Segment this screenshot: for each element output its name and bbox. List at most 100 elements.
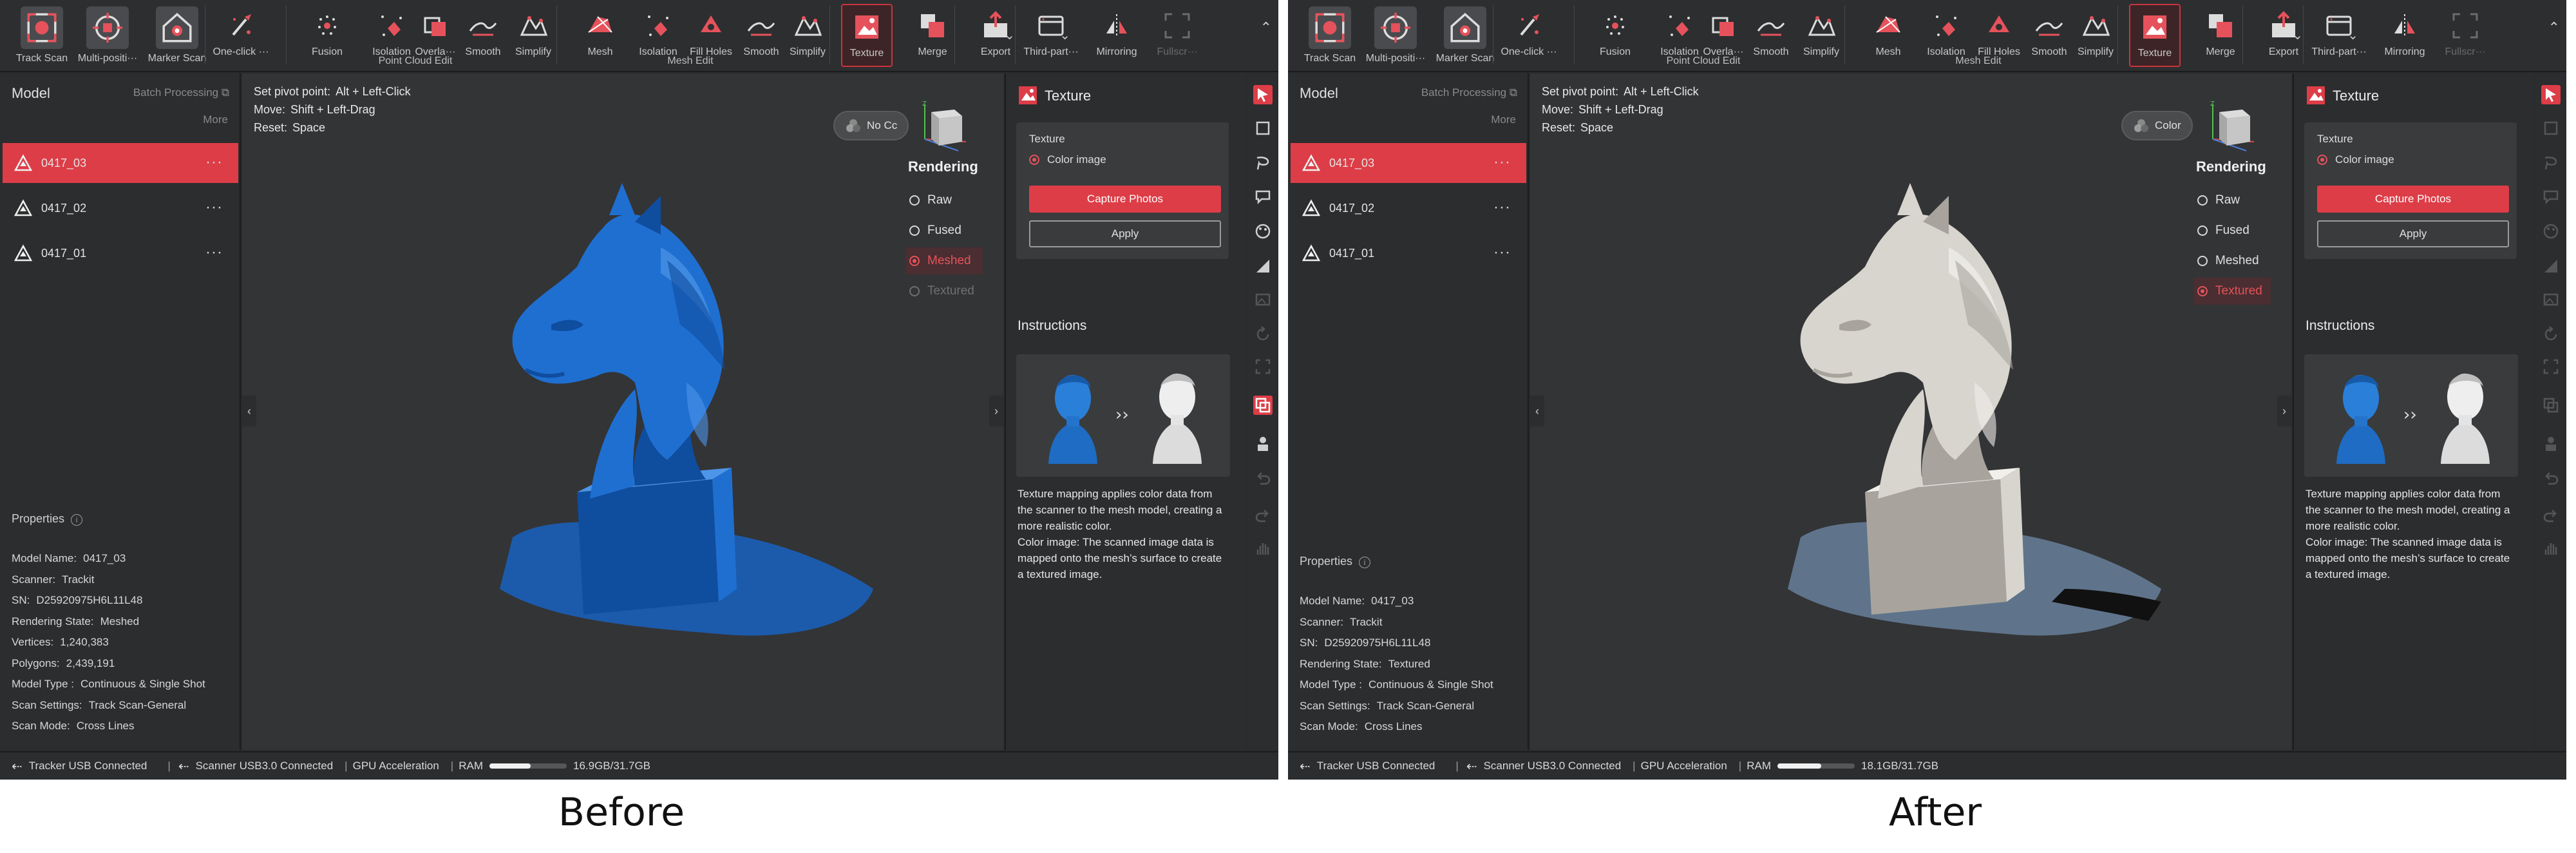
batch-processing-button[interactable]: Batch Processing ⧉ bbox=[133, 86, 229, 99]
tool-smooth[interactable]: Smooth bbox=[2025, 4, 2074, 67]
3d-viewport[interactable]: Set pivot point: Alt + Left-Click Move: Sh… bbox=[242, 73, 1003, 750]
chevron-down-icon[interactable]: ⌄ bbox=[2292, 27, 2303, 43]
collapse-right-button[interactable]: › bbox=[989, 396, 1003, 426]
batch-processing-button[interactable]: Batch Processing ⧉ bbox=[1421, 86, 1517, 99]
render-option-meshed[interactable]: Meshed bbox=[905, 247, 983, 274]
info-icon[interactable]: i bbox=[71, 514, 83, 526]
tool-smooth[interactable]: Smooth bbox=[459, 4, 507, 67]
render-option-fused[interactable]: Fused bbox=[905, 217, 983, 244]
tool-smooth[interactable]: Smooth bbox=[737, 4, 786, 67]
model-list-item[interactable]: 0417_02 ··· bbox=[1291, 188, 1526, 228]
gradient-icon[interactable] bbox=[2541, 256, 2561, 276]
tool-mirroring[interactable]: Mirroring bbox=[1092, 4, 1141, 67]
render-option-raw[interactable]: Raw bbox=[905, 187, 983, 214]
rotate-icon[interactable] bbox=[1253, 325, 1273, 344]
horse-head-model[interactable] bbox=[474, 177, 873, 679]
collapse-right-button[interactable]: › bbox=[2277, 396, 2291, 426]
more-options-icon[interactable]: ··· bbox=[1493, 153, 1511, 171]
more-options-icon[interactable]: ··· bbox=[205, 244, 223, 262]
3d-viewport[interactable]: Set pivot point: Alt + Left-Click Move: Sh… bbox=[1530, 73, 2291, 750]
redo-icon[interactable] bbox=[2541, 506, 2561, 526]
user-icon[interactable] bbox=[2541, 434, 2561, 454]
model-list-item[interactable]: 0417_03 ··· bbox=[1291, 143, 1526, 183]
more-button[interactable]: More bbox=[203, 113, 228, 126]
tool-smooth[interactable]: Smooth bbox=[1747, 4, 1795, 67]
box-select-icon[interactable] bbox=[1253, 119, 1273, 138]
apply-button[interactable]: Apply bbox=[2317, 220, 2509, 247]
render-option-textured[interactable]: Textured bbox=[905, 278, 983, 305]
frame-icon[interactable] bbox=[1253, 357, 1273, 376]
capture-photos-button[interactable]: Capture Photos bbox=[1029, 186, 1221, 213]
more-button[interactable]: More bbox=[1491, 113, 1516, 126]
tool-multi-position[interactable]: Multi-positi··· bbox=[78, 4, 137, 67]
hand-icon[interactable] bbox=[2541, 539, 2561, 558]
select-icon[interactable] bbox=[1253, 85, 1273, 104]
tool-simplify[interactable]: Simplify bbox=[2071, 4, 2120, 67]
color-image-radio[interactable]: Color image bbox=[2317, 153, 2394, 166]
tool-texture[interactable]: Texture bbox=[841, 4, 893, 67]
more-options-icon[interactable]: ··· bbox=[1493, 244, 1511, 262]
tool-mirroring[interactable]: Mirroring bbox=[2380, 4, 2429, 67]
tool-merge[interactable]: Merge bbox=[908, 4, 957, 67]
info-icon[interactable]: i bbox=[1359, 557, 1371, 568]
lasso-icon[interactable] bbox=[2541, 153, 2561, 173]
gradient-icon[interactable] bbox=[1253, 256, 1273, 276]
lasso-icon[interactable] bbox=[1253, 153, 1273, 173]
tool-simplify[interactable]: Simplify bbox=[509, 4, 558, 67]
tool-mesh[interactable]: Mesh bbox=[576, 4, 625, 67]
color-image-radio[interactable]: Color image bbox=[1029, 153, 1106, 166]
chevron-down-icon[interactable]: ⌄ bbox=[1059, 27, 1070, 43]
tool-one-click[interactable]: One-click ··· bbox=[1501, 4, 1557, 67]
model-list-item[interactable]: 0417_02 ··· bbox=[3, 188, 238, 228]
image-icon[interactable] bbox=[1253, 290, 1273, 309]
more-options-icon[interactable]: ··· bbox=[205, 153, 223, 171]
apply-button[interactable]: Apply bbox=[1029, 220, 1221, 247]
tool-marker-scan[interactable]: Marker Scan bbox=[148, 4, 206, 67]
color-mode-toggle[interactable]: No Cc bbox=[833, 111, 909, 140]
layers-icon[interactable] bbox=[2541, 396, 2561, 415]
model-list-item[interactable]: 0417_01 ··· bbox=[3, 233, 238, 273]
tool-mesh[interactable]: Mesh bbox=[1864, 4, 1913, 67]
render-option-raw[interactable]: Raw bbox=[2193, 187, 2271, 214]
tool-third-party[interactable]: Third-part··· ⌄ bbox=[2311, 4, 2367, 67]
model-list-item[interactable]: 0417_01 ··· bbox=[1291, 233, 1526, 273]
render-option-fused[interactable]: Fused bbox=[2193, 217, 2271, 244]
frame-icon[interactable] bbox=[2541, 357, 2561, 376]
tool-simplify[interactable]: Simplify bbox=[783, 4, 832, 67]
layers-icon[interactable] bbox=[1253, 396, 1273, 415]
render-option-meshed[interactable]: Meshed bbox=[2193, 247, 2271, 274]
tool-export[interactable]: Export ⌄ bbox=[971, 4, 1020, 67]
comment-icon[interactable] bbox=[2541, 187, 2561, 206]
hand-icon[interactable] bbox=[1253, 539, 1273, 558]
comment-icon[interactable] bbox=[1253, 187, 1273, 206]
tool-fullscreen[interactable]: Fullscr··· bbox=[1153, 4, 1202, 67]
select-icon[interactable] bbox=[2541, 85, 2561, 104]
tool-track-scan[interactable]: Track Scan bbox=[13, 4, 71, 67]
collapse-toolbar-icon[interactable]: ⌃ bbox=[1260, 19, 1272, 36]
tool-simplify[interactable]: Simplify bbox=[1797, 4, 1846, 67]
tool-fusion[interactable]: Fusion bbox=[1591, 4, 1640, 67]
undo-icon[interactable] bbox=[1253, 469, 1273, 488]
capture-photos-button[interactable]: Capture Photos bbox=[2317, 186, 2509, 213]
palette-icon[interactable] bbox=[1253, 222, 1273, 241]
collapse-left-button[interactable]: ‹ bbox=[242, 396, 256, 426]
collapse-toolbar-icon[interactable]: ⌃ bbox=[2548, 19, 2560, 36]
tool-marker-scan[interactable]: Marker Scan bbox=[1436, 4, 1494, 67]
tool-fullscreen[interactable]: Fullscr··· bbox=[2441, 4, 2490, 67]
horse-head-model[interactable] bbox=[1762, 177, 2161, 679]
view-cube-icon[interactable]: Z bbox=[912, 101, 971, 153]
tool-export[interactable]: Export ⌄ bbox=[2259, 4, 2308, 67]
tool-texture[interactable]: Texture bbox=[2129, 4, 2181, 67]
tool-multi-position[interactable]: Multi-positi··· bbox=[1366, 4, 1425, 67]
color-mode-toggle[interactable]: Color bbox=[2121, 111, 2193, 140]
chevron-down-icon[interactable]: ⌄ bbox=[2347, 27, 2358, 43]
more-options-icon[interactable]: ··· bbox=[1493, 198, 1511, 216]
redo-icon[interactable] bbox=[1253, 506, 1273, 526]
tool-merge[interactable]: Merge bbox=[2196, 4, 2245, 67]
chevron-down-icon[interactable]: ⌄ bbox=[1004, 27, 1015, 43]
box-select-icon[interactable] bbox=[2541, 119, 2561, 138]
more-options-icon[interactable]: ··· bbox=[205, 198, 223, 216]
collapse-left-button[interactable]: ‹ bbox=[1530, 396, 1544, 426]
tool-third-party[interactable]: Third-part··· ⌄ bbox=[1023, 4, 1079, 67]
tool-fusion[interactable]: Fusion bbox=[303, 4, 352, 67]
